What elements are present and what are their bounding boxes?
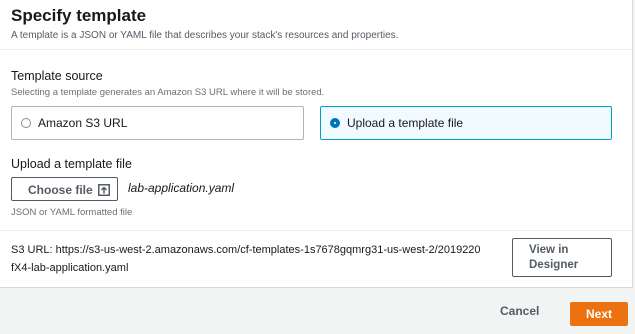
next-button-label: Next [585,307,612,321]
next-button[interactable]: Next [570,302,628,326]
template-source-description: Selecting a template generates an Amazon… [11,87,325,98]
cancel-button[interactable]: Cancel [500,304,539,318]
radio-button-s3-url[interactable] [21,118,31,128]
panel-title: Specify template [11,6,147,25]
view-in-designer-button[interactable]: View in Designer [512,238,612,277]
specify-template-panel: Specify template A template is a JSON or… [0,0,633,288]
view-in-designer-label: View in Designer [529,244,579,271]
radio-button-upload-file[interactable] [330,118,340,128]
radio-label-upload-file: Upload a template file [347,116,464,130]
section-divider [0,230,633,231]
choose-file-button[interactable]: Choose file [11,177,118,201]
s3-url-text: S3 URL: https://s3-us-west-2.amazonaws.c… [11,241,511,277]
template-source-label: Template source [11,69,103,83]
selected-file-name: lab-application.yaml [128,181,235,195]
upload-file-label: Upload a template file [11,157,132,171]
radio-option-upload-file[interactable]: Upload a template file [320,106,612,140]
choose-file-label: Choose file [28,183,93,197]
panel-subtitle: A template is a JSON or YAML file that d… [11,30,399,41]
radio-option-s3-url[interactable]: Amazon S3 URL [11,106,304,140]
upload-icon [98,183,110,196]
radio-label-s3-url: Amazon S3 URL [38,116,128,130]
panel-header: Specify template A template is a JSON or… [0,0,633,50]
s3-url-line-1: S3 URL: https://s3-us-west-2.amazonaws.c… [11,244,481,256]
file-format-hint: JSON or YAML formatted file [11,207,133,218]
s3-url-line-2: fX4-lab-application.yaml [11,262,129,274]
